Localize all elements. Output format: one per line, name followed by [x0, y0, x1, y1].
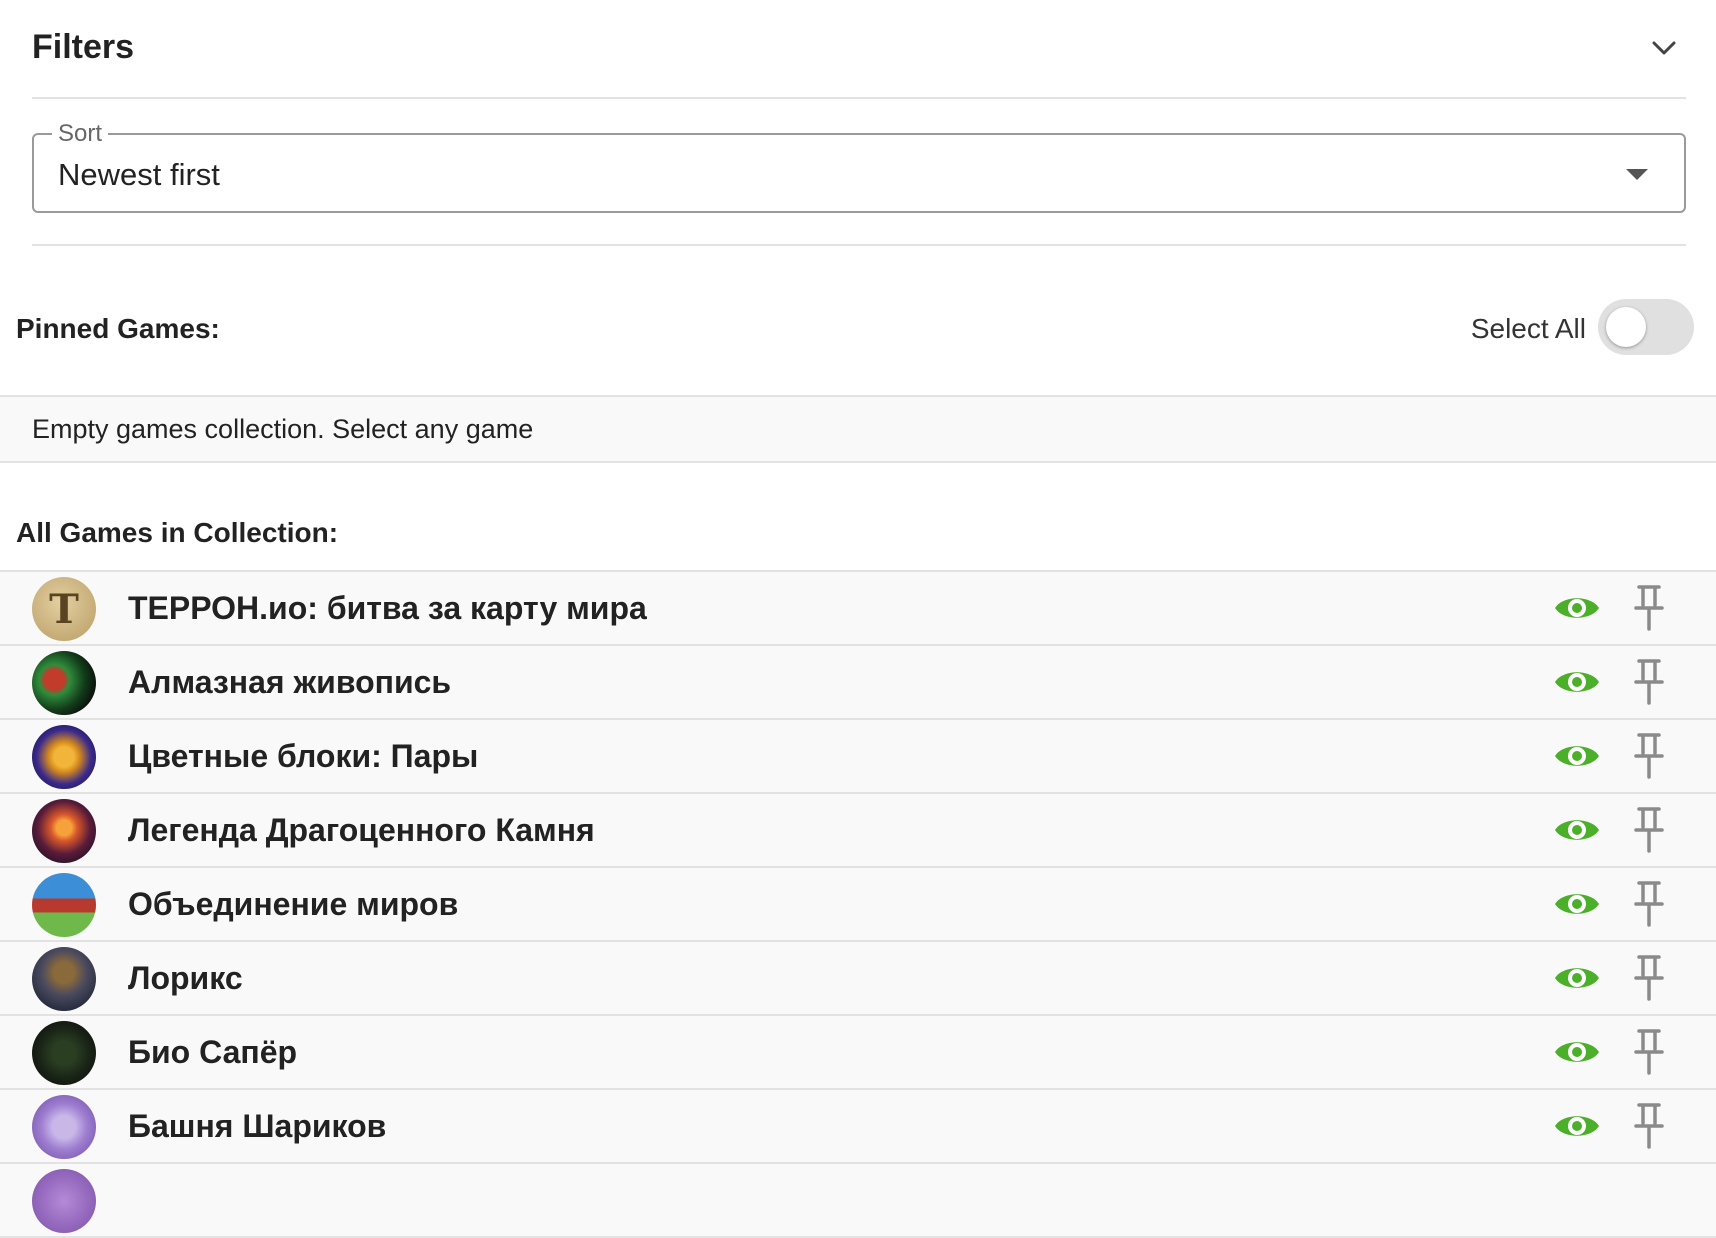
- game-row[interactable]: Алмазная живопись: [0, 646, 1716, 720]
- pin-icon[interactable]: [1632, 584, 1666, 632]
- game-icon: [32, 1169, 96, 1233]
- game-title: Био Сапёр: [128, 1034, 298, 1070]
- sort-value: Newest first: [58, 157, 220, 192]
- color-blocks-game-icon: [32, 725, 96, 789]
- select-all-toggle[interactable]: [1598, 299, 1694, 355]
- ball-tower-game-icon: [32, 1095, 96, 1159]
- all-games-title: All Games in Collection:: [16, 517, 339, 548]
- pin-icon[interactable]: [1632, 1028, 1666, 1076]
- game-row[interactable]: [0, 1164, 1716, 1238]
- pinned-empty-state: Empty games collection. Select any game: [0, 395, 1716, 463]
- game-title: ТЕРРОН.ио: битва за карту мира: [128, 590, 647, 626]
- game-title: Легенда Драгоценного Камня: [128, 812, 595, 848]
- gem-legend-game-icon: [32, 799, 96, 863]
- game-row[interactable]: Легенда Драгоценного Камня: [0, 794, 1716, 868]
- select-all-label: Select All: [1470, 313, 1586, 344]
- pin-icon[interactable]: [1632, 880, 1666, 928]
- game-title: Объединение миров: [128, 886, 459, 922]
- eye-icon[interactable]: [1553, 734, 1601, 778]
- eye-icon[interactable]: [1553, 660, 1601, 704]
- pinned-games-title: Pinned Games:: [16, 313, 220, 344]
- merge-worlds-game-icon: [32, 873, 96, 937]
- sort-select[interactable]: Sort Newest first: [32, 120, 1686, 213]
- pin-icon[interactable]: [1632, 732, 1666, 780]
- eye-icon[interactable]: [1553, 808, 1601, 852]
- game-title: Алмазная живопись: [128, 664, 452, 700]
- pin-icon[interactable]: [1632, 954, 1666, 1002]
- filters-title: Filters: [32, 28, 135, 66]
- game-title: Башня Шариков: [128, 1108, 387, 1144]
- empty-message: Empty games collection. Select any game: [32, 414, 534, 444]
- games-list: T ТЕРРОН.ио: битва за карту мира Алмазна…: [0, 570, 1716, 1238]
- chevron-down-icon[interactable]: [1650, 34, 1678, 62]
- eye-icon[interactable]: [1553, 1104, 1601, 1148]
- game-row[interactable]: Био Сапёр: [0, 1016, 1716, 1090]
- game-title: Лорикс: [128, 960, 243, 996]
- loriks-game-icon: [32, 947, 96, 1011]
- pin-icon[interactable]: [1632, 1102, 1666, 1150]
- bio-sapper-game-icon: [32, 1021, 96, 1085]
- pin-icon[interactable]: [1632, 658, 1666, 706]
- sort-label: Sort: [52, 120, 109, 148]
- filters-header[interactable]: Filters: [32, 0, 1686, 99]
- eye-icon[interactable]: [1553, 882, 1601, 926]
- eye-icon[interactable]: [1553, 1030, 1601, 1074]
- eye-icon[interactable]: [1553, 956, 1601, 1000]
- diamond-painting-game-icon: [32, 651, 96, 715]
- game-row[interactable]: Башня Шариков: [0, 1090, 1716, 1164]
- game-row[interactable]: T ТЕРРОН.ио: битва за карту мира: [0, 572, 1716, 646]
- dropdown-arrow-icon[interactable]: [1626, 169, 1648, 180]
- terron-game-icon: T: [32, 577, 96, 641]
- pin-icon[interactable]: [1632, 806, 1666, 854]
- divider: [32, 244, 1686, 246]
- eye-icon[interactable]: [1553, 586, 1601, 630]
- game-title: Цветные блоки: Пары: [128, 738, 479, 774]
- game-row[interactable]: Цветные блоки: Пары: [0, 720, 1716, 794]
- toggle-knob: [1606, 307, 1646, 347]
- game-row[interactable]: Объединение миров: [0, 868, 1716, 942]
- game-row[interactable]: Лорикс: [0, 942, 1716, 1016]
